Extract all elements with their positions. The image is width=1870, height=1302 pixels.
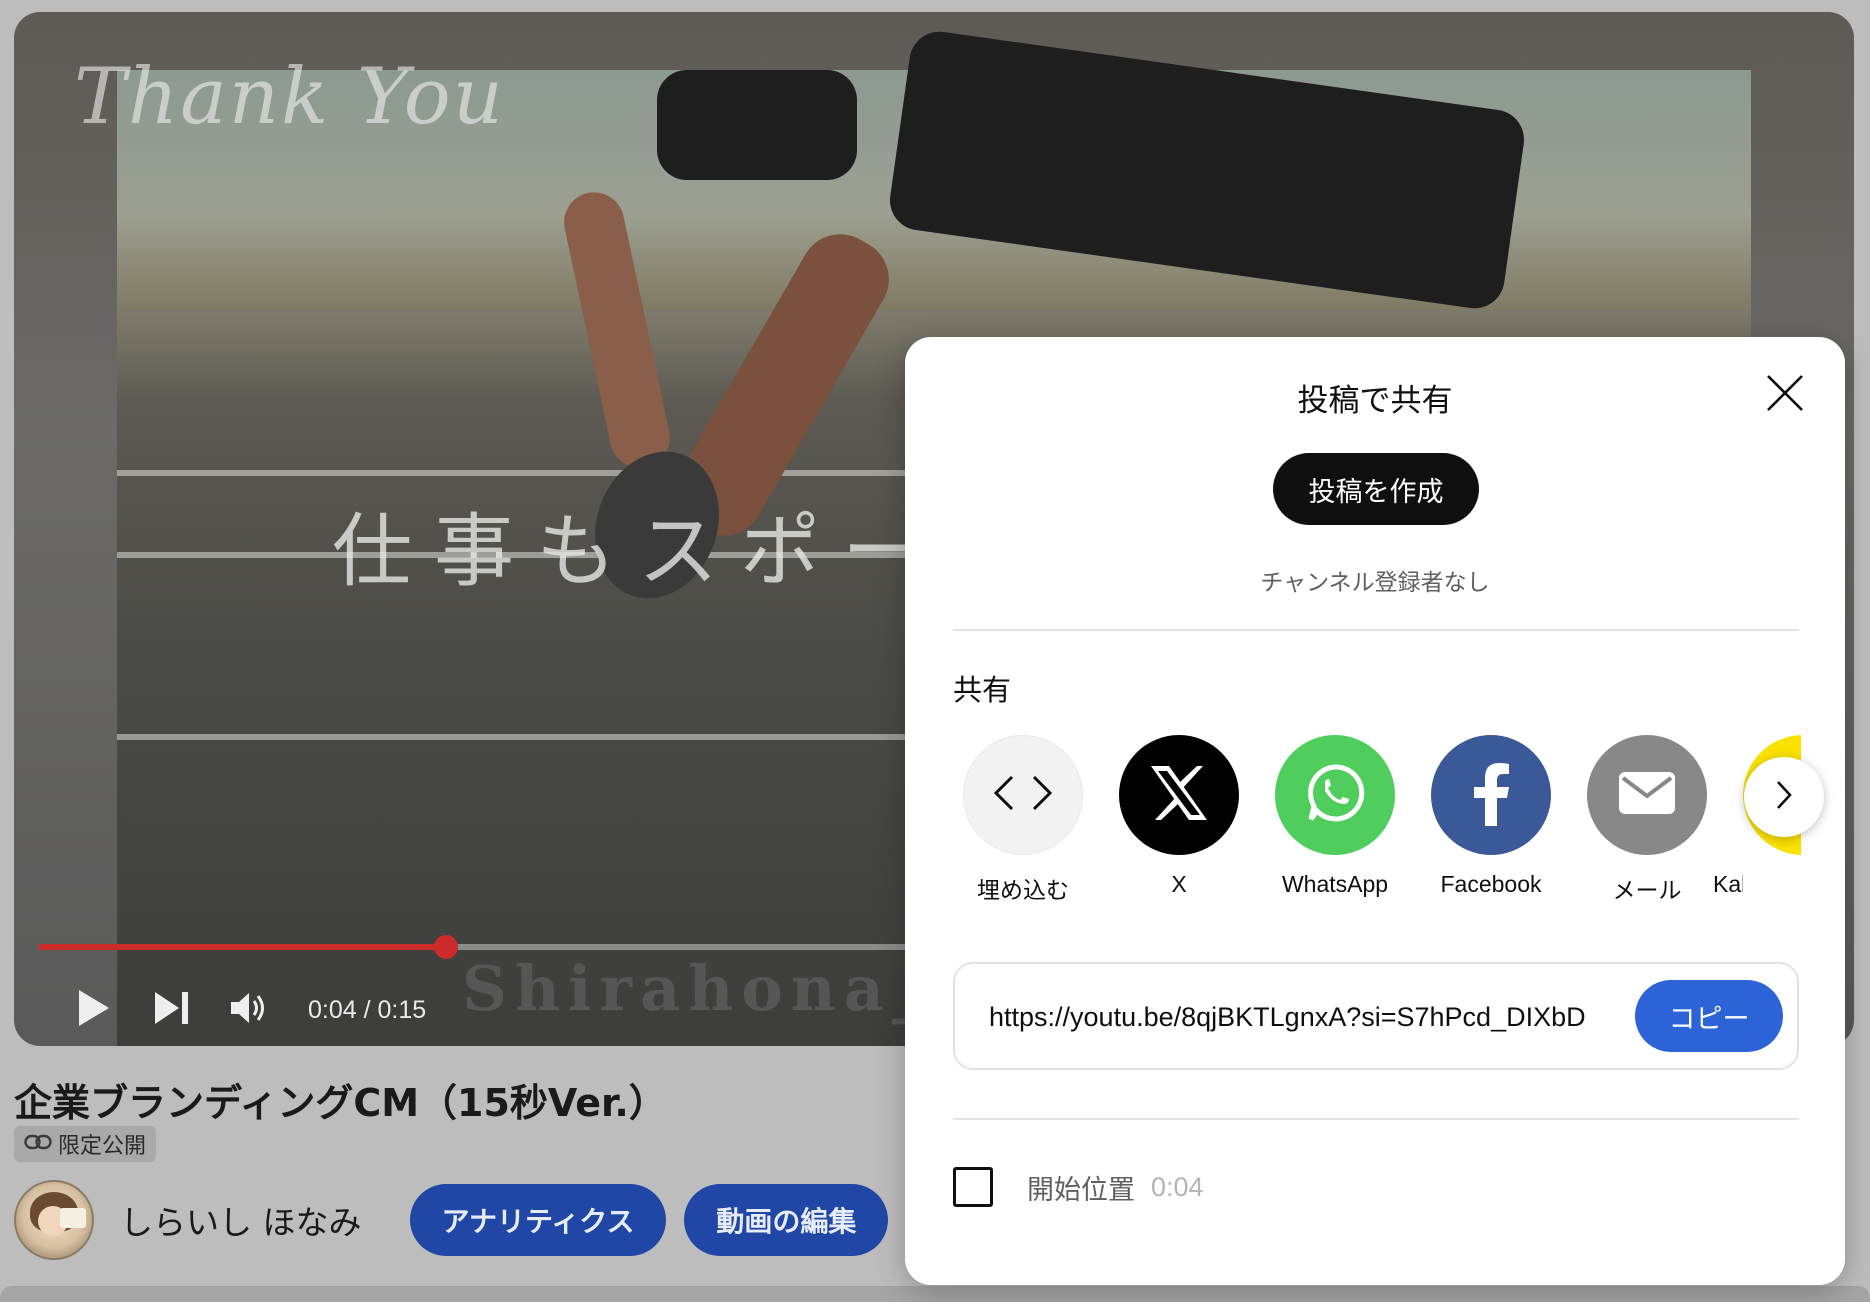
share-url-field[interactable] — [989, 992, 1613, 1042]
share-labels-row: 埋め込む X WhatsApp Facebook メール Kaka — [963, 871, 1743, 911]
create-post-button[interactable]: 投稿を作成 — [1273, 453, 1479, 525]
close-icon — [1765, 373, 1805, 417]
share-whatsapp[interactable] — [1275, 735, 1395, 855]
avatar[interactable] — [14, 1180, 94, 1260]
close-button[interactable] — [1763, 373, 1807, 417]
divider — [953, 629, 1799, 631]
thank-you-watermark: Thank You — [74, 52, 505, 142]
whatsapp-icon — [1303, 761, 1367, 829]
visibility-label: 限定公開 — [58, 1134, 147, 1159]
next-button[interactable] — [142, 980, 202, 1040]
play-button[interactable] — [64, 980, 124, 1040]
divider — [953, 1118, 1799, 1120]
mail-icon — [1617, 770, 1677, 820]
share-dialog: 投稿で共有 投稿を作成 チャンネル登録者なし 共有 埋め込む X WhatsAp… — [905, 337, 1845, 1285]
start-at-row: 開始位置 0:04 — [953, 1167, 1204, 1207]
share-embed[interactable] — [963, 735, 1083, 855]
channel-row: しらいし ほなみ アナリティクス 動画の編集 — [14, 1180, 906, 1260]
link-icon — [24, 1132, 58, 1157]
chevron-right-icon — [1774, 779, 1794, 815]
x-logo-icon — [1147, 764, 1211, 826]
analytics-button[interactable]: アナリティクス — [409, 1184, 667, 1256]
video-title: 企業ブランディングCM（15秒Ver.） — [14, 1081, 667, 1125]
share-x[interactable] — [1119, 735, 1239, 855]
player-controls: 0:04 / 0:15 — [64, 980, 426, 1040]
share-mail[interactable] — [1587, 735, 1707, 855]
progress-played — [38, 944, 447, 950]
time-display: 0:04 / 0:15 — [308, 995, 427, 1024]
volume-button[interactable] — [220, 980, 280, 1040]
share-heading: 共有 — [953, 673, 1012, 707]
share-label-facebook: Facebook — [1440, 871, 1542, 897]
share-next-button[interactable] — [1744, 757, 1824, 837]
facebook-icon — [1471, 760, 1511, 830]
share-targets-row — [963, 735, 1801, 865]
start-at-checkbox[interactable] — [953, 1167, 993, 1207]
copy-button[interactable]: コピー — [1635, 980, 1783, 1052]
dialog-title: 投稿で共有 — [1297, 383, 1453, 419]
share-facebook[interactable] — [1431, 735, 1551, 855]
below-content-strip — [0, 1286, 1870, 1302]
start-at-label: 開始位置 — [1027, 1174, 1135, 1206]
visibility-badge: 限定公開 — [14, 1126, 157, 1162]
share-label-embed: 埋め込む — [977, 877, 1069, 903]
skip-next-icon — [153, 990, 191, 1030]
progress-scrubber[interactable] — [434, 935, 459, 959]
share-label-mail: メール — [1612, 877, 1682, 903]
start-at-time: 0:04 — [1151, 1171, 1204, 1202]
share-label-kakaotalk: Kaka — [1713, 871, 1743, 897]
play-icon — [77, 988, 111, 1032]
share-label-x: X — [1171, 871, 1187, 897]
edit-video-button[interactable]: 動画の編集 — [684, 1184, 889, 1256]
volume-icon — [229, 989, 271, 1031]
no-subscribers-text: チャンネル登録者なし — [1260, 570, 1490, 596]
channel-name[interactable]: しらいし ほなみ — [120, 1196, 362, 1244]
embed-code-icon — [992, 773, 1054, 817]
share-label-whatsapp: WhatsApp — [1281, 871, 1389, 897]
share-url-box: コピー — [953, 962, 1799, 1070]
